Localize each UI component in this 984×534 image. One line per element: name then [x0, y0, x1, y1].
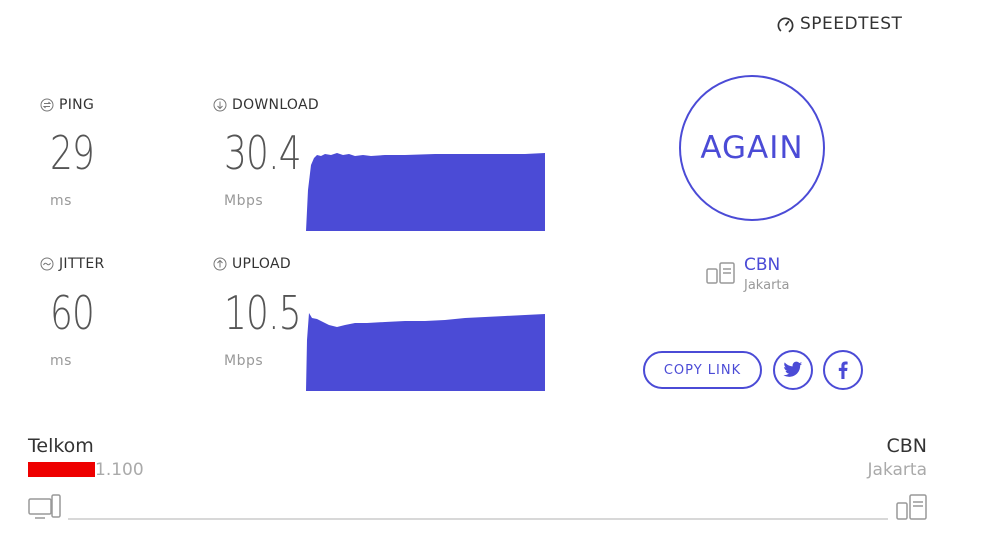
twitter-share-button[interactable] [773, 350, 813, 390]
ping-value: 29 [50, 126, 95, 180]
copy-link-button[interactable]: COPY LINK [643, 351, 762, 389]
footer-server-location: Jakarta [867, 460, 927, 480]
jitter-label: JITTER [40, 256, 105, 272]
footer-server-name: CBN [886, 435, 927, 457]
jitter-icon [40, 257, 54, 271]
server-location: Jakarta [744, 278, 790, 293]
upload-label: UPLOAD [213, 256, 291, 272]
upload-value: 10.5 [224, 286, 302, 340]
ping-label: PING [40, 97, 94, 113]
client-device-icon [28, 494, 61, 519]
jitter-value: 60 [50, 286, 95, 340]
upload-arrow-icon [213, 257, 227, 271]
again-button[interactable]: AGAIN [679, 75, 825, 221]
ping-icon [40, 98, 54, 112]
server-name-link[interactable]: CBN [744, 255, 780, 275]
speedtest-brand: SPEEDTEST [776, 14, 902, 34]
download-value: 30.4 [224, 126, 302, 180]
connection-line [68, 518, 888, 520]
download-label: DOWNLOAD [213, 97, 319, 113]
twitter-icon [783, 361, 803, 377]
download-unit: Mbps [224, 193, 264, 209]
server-icon [706, 262, 735, 284]
facebook-icon [838, 361, 848, 379]
ping-unit: ms [50, 193, 72, 209]
upload-graph [306, 313, 545, 391]
speedometer-icon [777, 16, 794, 33]
redaction-bar [28, 462, 95, 477]
download-arrow-icon [213, 98, 227, 112]
facebook-share-button[interactable] [823, 350, 863, 390]
server-icon [896, 494, 927, 520]
download-graph [306, 153, 545, 231]
upload-graph-area [306, 313, 545, 391]
brand-name: SPEEDTEST [800, 14, 903, 34]
upload-unit: Mbps [224, 353, 264, 369]
isp-ip: 1.100 [95, 460, 144, 480]
download-graph-area [306, 153, 545, 231]
jitter-unit: ms [50, 353, 72, 369]
isp-name: Telkom [28, 435, 94, 457]
